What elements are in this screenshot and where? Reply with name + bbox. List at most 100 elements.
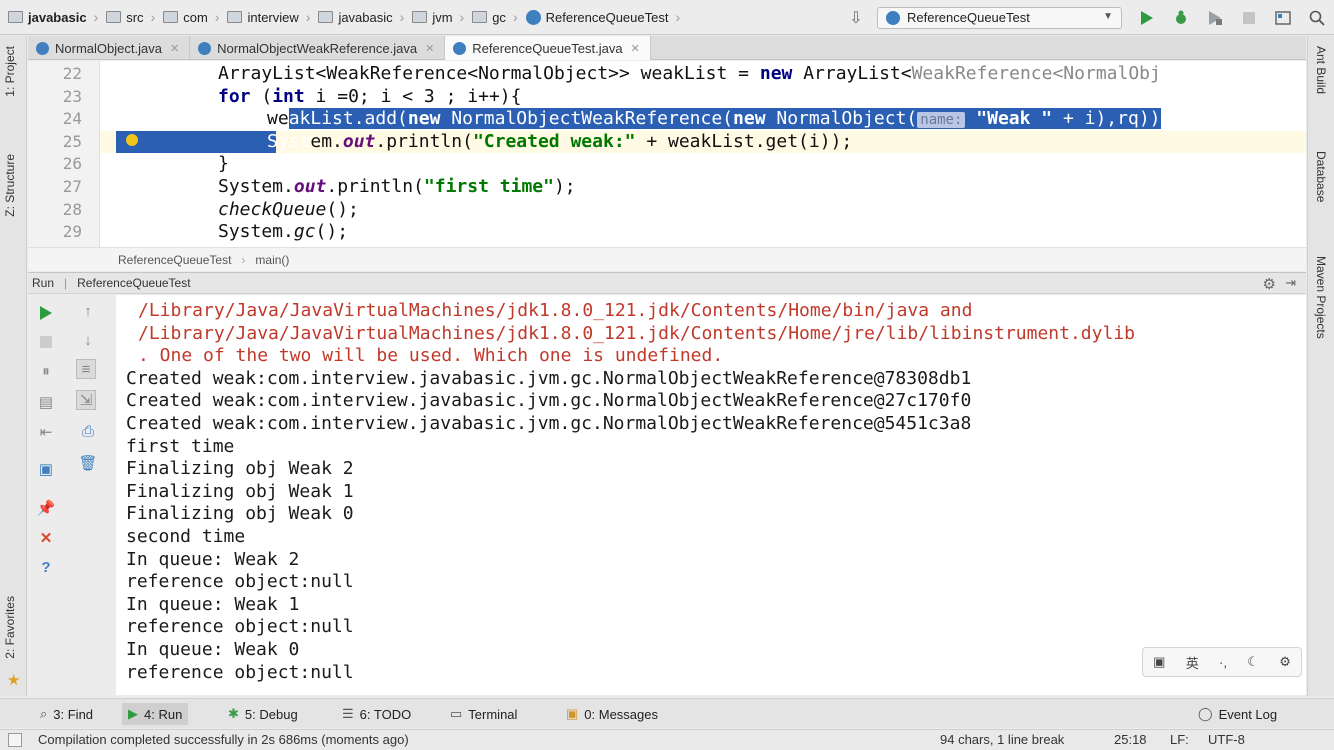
- code-line-29: System.gc();: [218, 221, 349, 243]
- maven-projects-tool-tab[interactable]: Maven Projects: [1314, 256, 1328, 339]
- settings-icon[interactable]: ⚙: [1279, 654, 1291, 670]
- run-panel-header: Run | ReferenceQueueTest ⚙ ⇥: [28, 272, 1306, 294]
- breadcrumb-com[interactable]: com ›: [155, 0, 219, 35]
- console-line: reference object:null: [126, 616, 354, 638]
- pause-icon[interactable]: ⏸: [36, 361, 56, 381]
- find-tool-button[interactable]: ⌕ 3: Find: [34, 703, 99, 725]
- status-message: Compilation completed successfully in 2s…: [38, 732, 409, 747]
- stop-icon[interactable]: [36, 332, 56, 352]
- breadcrumb-method-name[interactable]: main(): [255, 253, 289, 267]
- gear-icon[interactable]: ⚙: [1263, 275, 1276, 293]
- todo-tool-button[interactable]: ☰ 6: TODO: [336, 703, 417, 725]
- console-line: /Library/Java/JavaVirtualMachines/jdk1.8…: [138, 300, 973, 321]
- close-icon[interactable]: ✕: [170, 42, 179, 55]
- rerun-icon[interactable]: [36, 303, 56, 323]
- class-icon: [453, 41, 467, 55]
- caret-position[interactable]: 25:18: [1114, 732, 1147, 747]
- messages-tool-button[interactable]: ▣ 0: Messages: [560, 703, 664, 725]
- up-arrow-icon[interactable]: ↑: [78, 301, 98, 321]
- favorites-tool-tab[interactable]: 2: Favorites: [3, 596, 17, 659]
- code-line-27: System.out.println("first time");: [218, 176, 576, 197]
- breadcrumb-gc[interactable]: gc ›: [464, 0, 518, 35]
- package-icon: [472, 11, 488, 23]
- run-panel-toolbar: ↑ ↓ ⏸ ≡ ▤ ⇲ ⇤ ⎙ ▣ 🗑 📌 ✕ ?: [28, 295, 116, 695]
- ant-build-tool-tab[interactable]: Ant Build: [1314, 46, 1328, 94]
- class-icon: [886, 10, 900, 25]
- breadcrumb-interview[interactable]: interview ›: [219, 0, 310, 35]
- run-icon[interactable]: [1138, 9, 1156, 27]
- right-tool-strip: Ant Build Database Maven Projects: [1307, 36, 1334, 696]
- soft-wrap-icon[interactable]: ≡: [76, 359, 96, 379]
- console-output[interactable]: /Library/Java/JavaVirtualMachines/jdk1.8…: [116, 295, 1306, 695]
- selection-info: 94 chars, 1 line break: [940, 732, 1065, 747]
- event-log-tool-button[interactable]: ◯ Event Log: [1192, 703, 1283, 725]
- hide-icon[interactable]: ⇥: [1285, 275, 1296, 291]
- console-line: In queue: Weak 1: [126, 593, 300, 615]
- down-arrow-icon[interactable]: ↓: [78, 330, 98, 350]
- star-icon: ★: [7, 672, 21, 689]
- package-icon: [318, 11, 334, 23]
- help-icon[interactable]: ?: [36, 557, 56, 577]
- print-icon[interactable]: ⎙: [78, 421, 98, 441]
- class-icon: [525, 9, 541, 25]
- console-line: reference object:null: [126, 661, 354, 683]
- camera-icon[interactable]: ▣: [36, 459, 56, 479]
- code-line-22: ArrayList<WeakReference<NormalObject>> w…: [218, 63, 1161, 84]
- restore-layout-icon[interactable]: ⇤: [36, 422, 56, 442]
- breadcrumb-javabasic[interactable]: javabasic ›: [310, 0, 404, 35]
- code-editor[interactable]: 22 23 24 25 26 27 28 29 ArrayList<WeakRe…: [28, 61, 1306, 247]
- console-line: Created weak:com.interview.javabasic.jvm…: [126, 390, 972, 412]
- dump-threads-icon[interactable]: ▤: [36, 392, 56, 412]
- breadcrumb-src[interactable]: src ›: [98, 0, 155, 35]
- punctuation-icon[interactable]: ·,: [1219, 655, 1227, 670]
- stop-icon[interactable]: [1240, 9, 1258, 27]
- console-line: Finalizing obj Weak 2: [126, 458, 354, 480]
- search-icon: ⌕: [40, 706, 48, 721]
- event-log-icon: ◯: [1198, 706, 1213, 721]
- line-number: 29: [62, 222, 82, 242]
- breadcrumb-class[interactable]: ReferenceQueueTest ›: [518, 0, 680, 35]
- status-bar: Compilation completed successfully in 2s…: [0, 729, 1334, 750]
- file-encoding[interactable]: UTF-8: [1208, 732, 1245, 747]
- editor-breadcrumb: ReferenceQueueTest › main(): [28, 247, 1306, 271]
- line-separator[interactable]: LF:: [1170, 732, 1189, 747]
- breadcrumb-project[interactable]: javabasic ›: [0, 0, 98, 35]
- left-tool-strip: 1: Project Z: Structure 2: Favorites ★: [0, 36, 27, 696]
- trash-icon[interactable]: 🗑: [78, 453, 98, 473]
- run-configuration-select[interactable]: ReferenceQueueTest ▼: [877, 6, 1122, 29]
- moon-icon[interactable]: ☾: [1247, 654, 1259, 670]
- debug-tool-button[interactable]: ✱ 5: Debug: [222, 703, 304, 725]
- tab-normal-object[interactable]: NormalObject.java ✕: [28, 36, 191, 60]
- bug-icon: ✱: [228, 706, 239, 721]
- search-icon[interactable]: [1308, 9, 1326, 27]
- database-tool-tab[interactable]: Database: [1314, 151, 1328, 202]
- code-line-26: }: [218, 153, 229, 175]
- close-icon[interactable]: ✕: [631, 42, 640, 55]
- tab-normal-object-weak-reference[interactable]: NormalObjectWeakReference.java ✕: [190, 36, 446, 60]
- close-icon[interactable]: ✕: [425, 42, 434, 55]
- code-line-28: checkQueue();: [218, 198, 359, 220]
- run-panel-config-tab[interactable]: ReferenceQueueTest: [77, 276, 190, 290]
- breadcrumb-class-name[interactable]: ReferenceQueueTest: [118, 253, 231, 267]
- pin-icon[interactable]: 📌: [36, 498, 56, 518]
- project-tool-tab[interactable]: 1: Project: [3, 46, 17, 97]
- terminal-tool-button[interactable]: ▭ Terminal: [444, 703, 523, 725]
- console-line: second time: [126, 526, 246, 547]
- line-number-gutter: 22 23 24 25 26 27 28 29: [28, 61, 100, 247]
- tab-reference-queue-test[interactable]: ReferenceQueueTest.java ✕: [445, 36, 651, 60]
- run-configuration-label: ReferenceQueueTest: [907, 10, 1030, 25]
- build-icon[interactable]: ⇩: [847, 9, 865, 27]
- coverage-icon[interactable]: [1206, 9, 1224, 27]
- run-tool-button[interactable]: ▶ 4: Run: [122, 703, 189, 725]
- project-structure-icon[interactable]: [1274, 9, 1292, 27]
- tool-windows-toggle-icon[interactable]: [8, 733, 22, 747]
- debug-icon[interactable]: [1172, 9, 1190, 27]
- language-icon[interactable]: 英: [1186, 653, 1199, 672]
- scroll-to-end-icon[interactable]: ⇲: [76, 390, 96, 410]
- line-number: 27: [62, 177, 82, 196]
- breadcrumb-jvm[interactable]: jvm ›: [404, 0, 464, 35]
- app-icon[interactable]: ▣: [1153, 654, 1165, 670]
- close-icon[interactable]: ✕: [36, 528, 56, 548]
- console-line: Created weak:com.interview.javabasic.jvm…: [126, 367, 972, 389]
- structure-tool-tab[interactable]: Z: Structure: [3, 154, 17, 217]
